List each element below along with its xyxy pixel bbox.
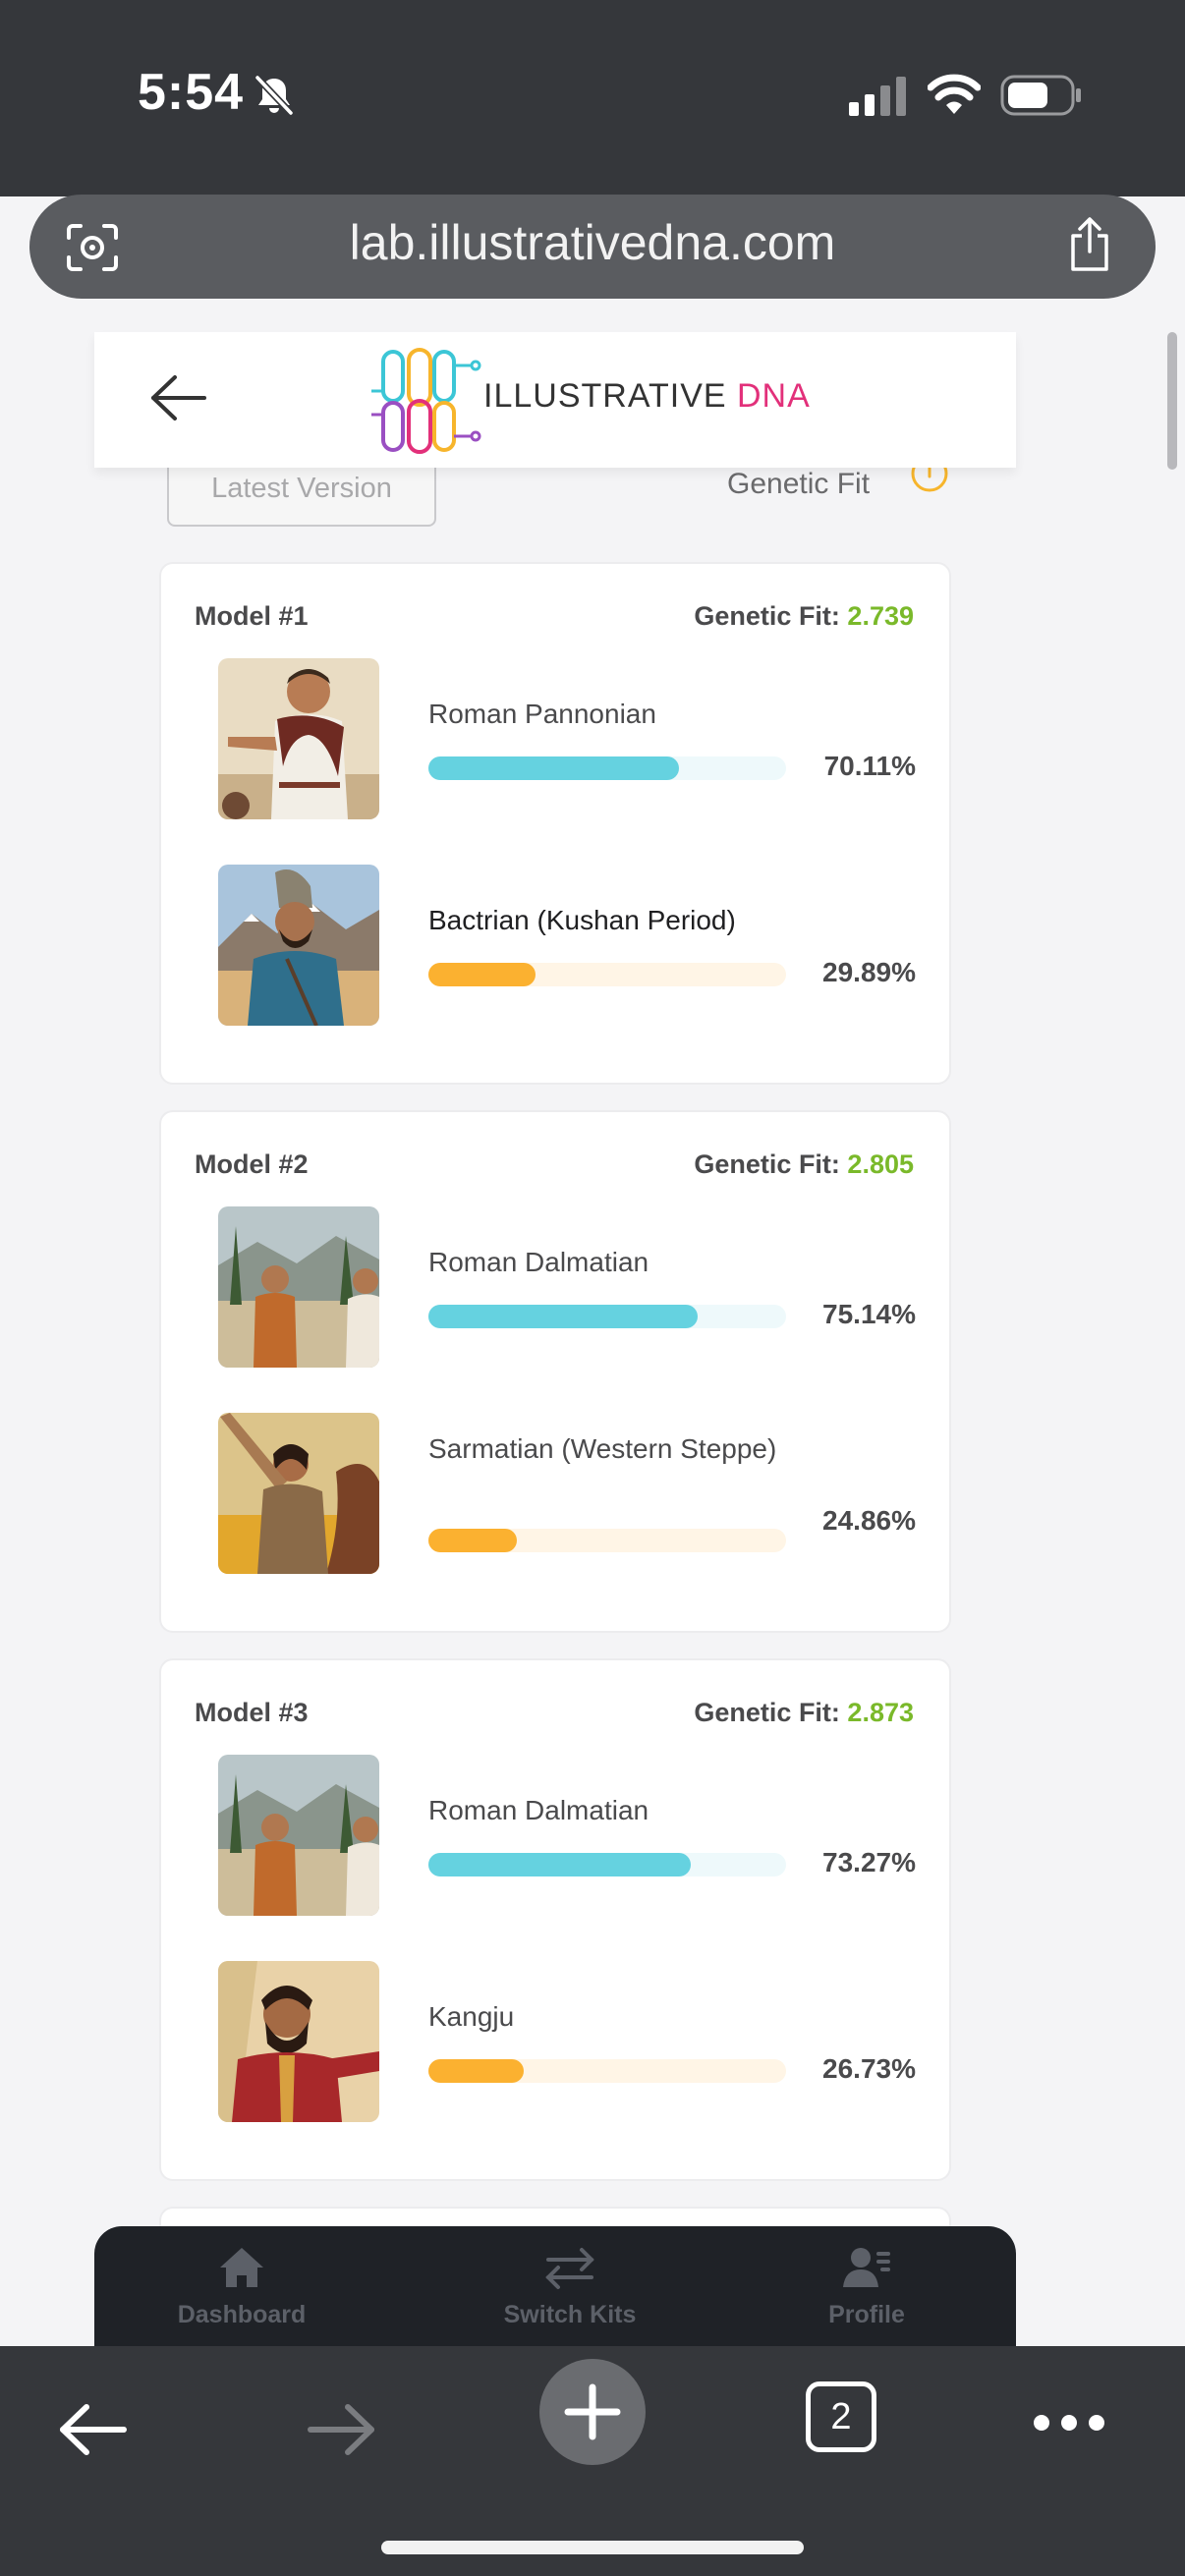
sort-genetic-fit[interactable]: Genetic Fit (727, 468, 870, 501)
wifi-icon (928, 74, 981, 114)
nav-dashboard-label: Dashboard (177, 2301, 307, 2328)
new-tab-icon[interactable] (538, 2358, 647, 2466)
population-row: Roman Dalmatian 75.14% (218, 1206, 916, 1368)
percentage-bar (428, 756, 786, 780)
population-portrait (218, 865, 379, 1026)
model-card: Model #2 Genetic Fit: 2.805 Roman Dalmat… (159, 1110, 951, 1633)
genetic-fit: Genetic Fit: 2.805 (694, 1149, 914, 1179)
population-name: Bactrian (Kushan Period) (428, 905, 736, 935)
model-card: Model #1 Genetic Fit: 2.739 Roman Pannon… (159, 562, 951, 1085)
percentage-bar-fill (428, 2059, 525, 2083)
more-options-icon[interactable] (1032, 2413, 1106, 2433)
logo-text-accent: DNA (737, 377, 811, 415)
percentage-bar-fill (428, 1529, 518, 1552)
model-card: Model #3 Genetic Fit: 2.873 Roman Dalmat… (159, 1658, 951, 2181)
app-bottom-nav: Dashboard Switch Kits Profile (94, 2226, 1016, 2366)
population-percentage: 75.14% (822, 1299, 916, 1329)
population-row: Sarmatian (Western Steppe) 24.86% (218, 1413, 916, 1574)
population-percentage: 29.89% (822, 957, 916, 987)
percentage-bar-fill (428, 963, 536, 986)
model-title: Model #2 (195, 1149, 309, 1179)
browser-back-icon[interactable] (57, 2403, 128, 2456)
model-title: Model #3 (195, 1698, 309, 1727)
population-row: Roman Dalmatian 73.27% (218, 1755, 916, 1916)
population-name: Kangju (428, 2001, 515, 2032)
app-header: ILLUSTRATIVE DNA (94, 332, 1016, 468)
percentage-bar-fill (428, 1853, 691, 1876)
population-portrait (218, 1413, 379, 1574)
nav-switch-kits[interactable]: Switch Kits (462, 2244, 678, 2329)
version-select[interactable]: Latest Version (167, 460, 436, 527)
population-name: Sarmatian (Western Steppe) (428, 1433, 777, 1464)
population-portrait (218, 1961, 379, 2122)
percentage-bar (428, 963, 786, 986)
nav-switch-kits-label: Switch Kits (503, 2301, 637, 2328)
population-percentage: 24.86% (822, 1505, 916, 1536)
nav-profile-label: Profile (828, 2301, 905, 2328)
home-icon (220, 2248, 263, 2287)
status-time: 5:54 (138, 64, 245, 121)
population-portrait (218, 1755, 379, 1916)
fit-value: 2.873 (847, 1698, 914, 1727)
switch-arrows-icon (545, 2248, 594, 2289)
nav-profile[interactable]: Profile (759, 2244, 975, 2329)
population-row: Roman Pannonian 70.11% (218, 658, 916, 819)
battery-icon (1000, 75, 1081, 116)
share-icon[interactable] (1065, 216, 1114, 273)
genetic-fit: Genetic Fit: 2.873 (694, 1698, 914, 1727)
fit-value: 2.805 (847, 1149, 914, 1179)
scrollbar[interactable] (1167, 332, 1177, 470)
population-percentage: 26.73% (822, 2053, 916, 2084)
nav-dashboard[interactable]: Dashboard (134, 2244, 350, 2329)
percentage-bar (428, 2059, 786, 2083)
status-bar: 5:54 lab.illustrativedna.com (0, 0, 1185, 299)
population-name: Roman Pannonian (428, 699, 656, 729)
percentage-bar (428, 1305, 786, 1328)
home-indicator[interactable] (381, 2541, 804, 2554)
address-bar[interactable]: lab.illustrativedna.com (29, 195, 1156, 299)
profile-icon (843, 2248, 890, 2287)
browser-forward-icon[interactable] (307, 2403, 377, 2456)
population-row: Kangju 26.73% (218, 1961, 916, 2122)
genetic-fit: Genetic Fit: 2.739 (694, 601, 914, 631)
population-portrait (218, 1206, 379, 1368)
cellular-signal-icon (849, 77, 906, 116)
population-name: Roman Dalmatian (428, 1795, 649, 1825)
population-name: Roman Dalmatian (428, 1247, 649, 1277)
population-row: Bactrian (Kushan Period) 29.89% (218, 865, 916, 1026)
url-text[interactable]: lab.illustrativedna.com (29, 214, 1156, 271)
logo-mark-icon (371, 348, 481, 454)
fit-value: 2.739 (847, 601, 914, 631)
percentage-bar-fill (428, 756, 680, 780)
browser-toolbar: 2 (0, 2346, 1185, 2576)
logo-text: ILLUSTRATIVE DNA (483, 377, 811, 415)
population-portrait (218, 658, 379, 819)
population-percentage: 70.11% (823, 751, 916, 781)
model-title: Model #1 (195, 601, 309, 631)
percentage-bar-fill (428, 1305, 698, 1328)
percentage-bar (428, 1853, 786, 1876)
back-arrow-icon[interactable] (149, 373, 208, 422)
percentage-bar (428, 1529, 786, 1552)
population-percentage: 73.27% (822, 1847, 916, 1877)
tabs-button[interactable]: 2 (806, 2381, 876, 2452)
bell-off-icon (254, 75, 294, 116)
